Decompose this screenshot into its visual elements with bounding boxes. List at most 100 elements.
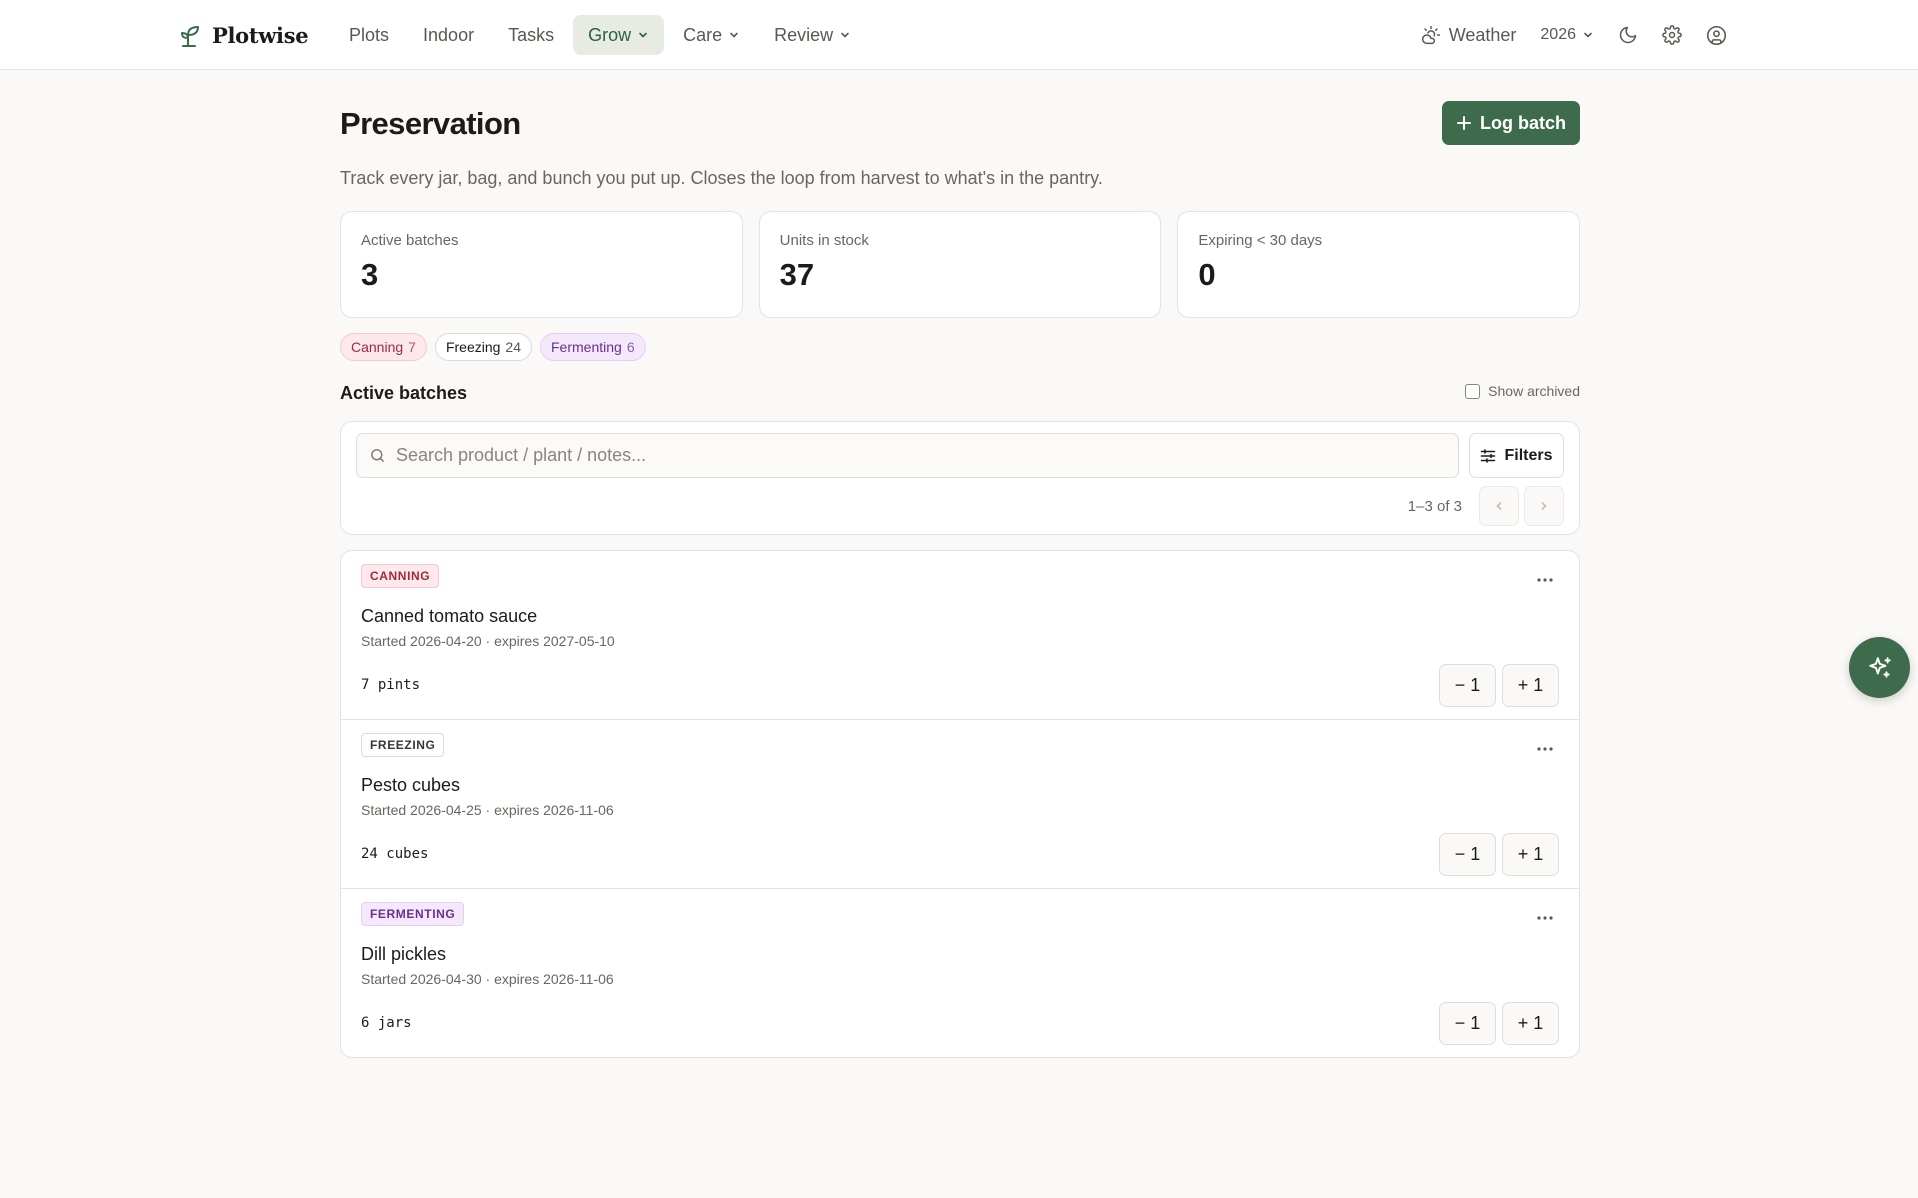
method-filter-chips: Canning 7 Freezing 24 Fermenting 6 [340,333,646,361]
batch-quantity: 7 pints [361,677,421,693]
chevron-down-icon [637,29,649,41]
nav-item-review[interactable]: Review [759,15,866,55]
batch-quantity: 24 cubes [361,846,429,862]
chip-canning[interactable]: Canning 7 [340,333,427,361]
chip-label: Canning [351,339,404,355]
nav-item-label: Grow [588,24,632,45]
stat-label: Expiring < 30 days [1198,232,1323,249]
theme-toggle-button[interactable] [1606,15,1650,55]
nav-item-label: Plots [349,24,390,45]
quantity-stepper: − 1 + 1 [1439,664,1559,707]
ellipsis-icon [1536,746,1554,752]
settings-button[interactable] [1650,15,1694,55]
show-archived-toggle[interactable]: Show archived [1465,383,1580,399]
ellipsis-icon [1536,577,1554,583]
chevron-down-icon [728,29,740,41]
method-badge: CANNING [361,564,440,588]
batch-name[interactable]: Dill pickles [361,944,446,965]
decrement-button[interactable]: − 1 [1439,833,1496,876]
chip-count: 7 [408,339,416,355]
increment-button[interactable]: + 1 [1502,833,1559,876]
stat-value: 37 [779,257,815,292]
filters-button[interactable]: Filters [1469,433,1564,478]
batch-dates: Started 2026-04-25 · expires 2026-11-06 [361,802,614,818]
brand-name: Plotwise [212,22,309,48]
batch-name[interactable]: Canned tomato sauce [361,606,537,627]
nav-item-label: Review [774,24,834,45]
chevron-left-icon [1493,500,1505,512]
search-panel: Search product / plant / notes... Filter… [340,421,1580,535]
stat-value: 0 [1198,257,1216,292]
previous-page-button[interactable] [1479,486,1519,526]
section-title: Active batches [340,383,468,403]
stat-card: Units in stock 37 [758,211,1162,318]
filters-label: Filters [1504,446,1553,464]
increment-button[interactable]: + 1 [1502,664,1559,707]
user-circle-icon [1706,25,1727,46]
batch-more-button[interactable] [1531,567,1559,593]
chevron-right-icon [1538,500,1550,512]
top-navigation: Plotwise Plots Indoor Tasks Grow Care Review … [0,0,1918,70]
batch-more-button[interactable] [1531,905,1559,931]
nav-item-grow[interactable]: Grow [573,15,665,55]
weather-button[interactable]: Weather [1409,15,1529,55]
show-archived-checkbox[interactable] [1465,383,1481,399]
chip-fermenting[interactable]: Fermenting 6 [540,333,646,361]
batch-list: CANNING Canned tomato sauce Started 2026-0… [340,550,1580,1058]
decrement-button[interactable]: − 1 [1439,1002,1496,1045]
nav-item-tasks[interactable]: Tasks [493,15,569,55]
stat-card: Active batches 3 [340,211,743,318]
sparkles-icon [1867,655,1893,681]
search-icon [369,447,386,464]
chevron-down-icon [839,29,851,41]
batch-dates: Started 2026-04-30 · expires 2026-11-06 [361,971,614,987]
moon-icon [1618,25,1638,45]
nav-item-care[interactable]: Care [668,15,755,55]
nav-item-label: Care [683,24,723,45]
nav-item-plots[interactable]: Plots [334,15,404,55]
search-input[interactable]: Search product / plant / notes... [356,433,1459,478]
main-nav: Plots Indoor Tasks Grow Care Review [334,15,866,55]
log-batch-label: Log batch [1480,112,1566,133]
nav-item-indoor[interactable]: Indoor [408,15,489,55]
log-batch-button[interactable]: Log batch [1442,101,1580,145]
search-placeholder: Search product / plant / notes... [396,445,647,465]
stat-card: Expiring < 30 days 0 [1177,211,1581,318]
batch-quantity: 6 jars [361,1015,412,1031]
sprout-icon [180,23,202,47]
batch-row: CANNING Canned tomato sauce Started 2026-0… [341,551,1579,720]
batch-more-button[interactable] [1531,736,1559,762]
sliders-icon [1480,448,1496,464]
assistant-button[interactable] [1849,637,1910,698]
brand-logo[interactable]: Plotwise [180,19,309,51]
ellipsis-icon [1536,915,1554,921]
batch-row: FREEZING Pesto cubes Started 2026-04-25 · … [341,720,1579,889]
chip-count: 6 [626,339,635,355]
chip-freezing[interactable]: Freezing 24 [434,333,532,361]
next-page-button[interactable] [1524,486,1564,526]
show-archived-label: Show archived [1488,383,1580,399]
year-selector[interactable]: 2026 [1528,15,1606,55]
batch-row: FERMENTING Dill pickles Started 2026-04-30… [341,889,1579,1057]
page-subtitle: Track every jar, bag, and bunch you put … [340,168,1103,188]
gear-icon [1662,25,1682,45]
plus-icon [1456,115,1472,131]
sun-cloud-icon [1421,25,1441,45]
page-title: Preservation [340,106,521,141]
batch-name[interactable]: Pesto cubes [361,775,460,796]
chip-label: Fermenting [551,339,622,355]
stats-row: Active batches 3 Units in stock 37 Expiring … [340,211,1581,318]
stat-label: Units in stock [779,232,869,249]
nav-item-label: Indoor [423,24,475,45]
chip-count: 24 [505,339,521,355]
method-badge: FREEZING [361,733,445,757]
batch-dates: Started 2026-04-20 · expires 2027-05-10 [361,633,615,649]
increment-button[interactable]: + 1 [1502,1002,1559,1045]
decrement-button[interactable]: − 1 [1439,664,1496,707]
chip-label: Freezing [445,339,501,355]
quantity-stepper: − 1 + 1 [1439,833,1559,876]
account-button[interactable] [1694,15,1738,55]
method-badge: FERMENTING [361,902,465,926]
nav-actions: Weather 2026 [1409,15,1738,55]
year-value: 2026 [1540,26,1576,43]
